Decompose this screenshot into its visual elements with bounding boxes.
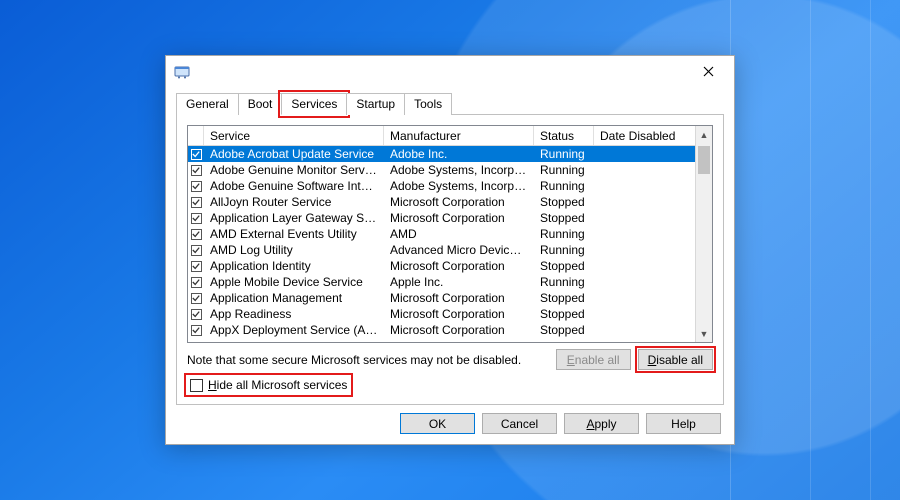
dialog-buttons: OK Cancel Apply Help: [400, 413, 721, 434]
row-checkbox[interactable]: [188, 309, 204, 320]
table-row[interactable]: AllJoyn Router ServiceMicrosoft Corporat…: [188, 194, 695, 210]
row-checkbox[interactable]: [188, 325, 204, 336]
cell-manufacturer: Microsoft Corporation: [384, 323, 534, 337]
table-row[interactable]: Application ManagementMicrosoft Corporat…: [188, 290, 695, 306]
row-checkbox[interactable]: [188, 181, 204, 192]
cell-status: Running: [534, 147, 594, 161]
table-row[interactable]: Adobe Acrobat Update ServiceAdobe Inc.Ru…: [188, 146, 695, 162]
disable-all-button[interactable]: Disable all: [638, 349, 713, 370]
cell-manufacturer: Microsoft Corporation: [384, 195, 534, 209]
tab-startup[interactable]: Startup: [346, 93, 405, 115]
cell-manufacturer: Advanced Micro Devices, I...: [384, 243, 534, 257]
col-status[interactable]: Status: [534, 126, 594, 145]
titlebar: [166, 56, 734, 86]
col-manufacturer[interactable]: Manufacturer: [384, 126, 534, 145]
dialog-client: General Boot Services Startup Tools Serv…: [166, 86, 734, 415]
hide-microsoft-label: Hide all Microsoft services: [208, 378, 347, 392]
col-service[interactable]: Service: [204, 126, 384, 145]
table-row[interactable]: AMD External Events UtilityAMDRunning: [188, 226, 695, 242]
cell-service: AppX Deployment Service (AppX...: [204, 323, 384, 337]
cell-service: Application Identity: [204, 259, 384, 273]
cell-status: Stopped: [534, 307, 594, 321]
tab-general[interactable]: General: [176, 93, 239, 115]
cell-manufacturer: Adobe Systems, Incorpora...: [384, 179, 534, 193]
cell-status: Stopped: [534, 259, 594, 273]
cell-status: Running: [534, 179, 594, 193]
cell-manufacturer: Microsoft Corporation: [384, 307, 534, 321]
cell-manufacturer: AMD: [384, 227, 534, 241]
close-button[interactable]: [686, 56, 730, 86]
table-row[interactable]: Apple Mobile Device ServiceApple Inc.Run…: [188, 274, 695, 290]
table-row[interactable]: Adobe Genuine Monitor ServiceAdobe Syste…: [188, 162, 695, 178]
row-checkbox[interactable]: [188, 197, 204, 208]
help-button[interactable]: Help: [646, 413, 721, 434]
cancel-button[interactable]: Cancel: [482, 413, 557, 434]
services-panel: Service Manufacturer Status Date Disable…: [176, 115, 724, 405]
cell-manufacturer: Microsoft Corporation: [384, 259, 534, 273]
list-viewport: Service Manufacturer Status Date Disable…: [188, 126, 695, 342]
cell-status: Running: [534, 243, 594, 257]
cell-service: Apple Mobile Device Service: [204, 275, 384, 289]
table-row[interactable]: AppX Deployment Service (AppX...Microsof…: [188, 322, 695, 338]
row-checkbox[interactable]: [188, 245, 204, 256]
hide-microsoft-checkbox[interactable]: Hide all Microsoft services: [187, 376, 350, 394]
desktop-wallpaper: General Boot Services Startup Tools Serv…: [0, 0, 900, 500]
scroll-down-icon[interactable]: ▼: [696, 325, 712, 342]
disable-note: Note that some secure Microsoft services…: [187, 353, 521, 367]
tab-services[interactable]: Services: [281, 93, 347, 115]
tabstrip: General Boot Services Startup Tools: [176, 92, 724, 115]
cell-status: Stopped: [534, 195, 594, 209]
row-checkbox[interactable]: [188, 261, 204, 272]
row-checkbox[interactable]: [188, 293, 204, 304]
cell-service: Adobe Acrobat Update Service: [204, 147, 384, 161]
panel-footer: Note that some secure Microsoft services…: [187, 343, 713, 370]
cell-status: Running: [534, 227, 594, 241]
cell-service: App Readiness: [204, 307, 384, 321]
table-row[interactable]: Application Layer Gateway ServiceMicroso…: [188, 210, 695, 226]
cell-status: Stopped: [534, 291, 594, 305]
cell-manufacturer: Adobe Systems, Incorpora...: [384, 163, 534, 177]
row-checkbox[interactable]: [188, 165, 204, 176]
list-header[interactable]: Service Manufacturer Status Date Disable…: [188, 126, 695, 146]
cell-status: Stopped: [534, 323, 594, 337]
row-checkbox[interactable]: [188, 149, 204, 160]
cell-service: Application Layer Gateway Service: [204, 211, 384, 225]
enable-all-button[interactable]: Enable all: [556, 349, 631, 370]
cell-service: Adobe Genuine Monitor Service: [204, 163, 384, 177]
services-list[interactable]: Service Manufacturer Status Date Disable…: [187, 125, 713, 343]
cell-manufacturer: Microsoft Corporation: [384, 291, 534, 305]
cell-status: Stopped: [534, 211, 594, 225]
cell-service: AMD Log Utility: [204, 243, 384, 257]
disable-all-label: isable all: [656, 353, 703, 367]
cell-service: AMD External Events Utility: [204, 227, 384, 241]
msconfig-dialog: General Boot Services Startup Tools Serv…: [165, 55, 735, 445]
scroll-up-icon[interactable]: ▲: [696, 126, 712, 143]
row-checkbox[interactable]: [188, 229, 204, 240]
col-date-disabled[interactable]: Date Disabled: [594, 126, 695, 145]
close-icon: [703, 66, 714, 77]
table-row[interactable]: Adobe Genuine Software Integri...Adobe S…: [188, 178, 695, 194]
msconfig-icon: [174, 63, 190, 79]
cell-status: Running: [534, 163, 594, 177]
ok-button[interactable]: OK: [400, 413, 475, 434]
enable-all-label: nable all: [575, 353, 620, 367]
cell-manufacturer: Microsoft Corporation: [384, 211, 534, 225]
tab-boot[interactable]: Boot: [238, 93, 283, 115]
table-row[interactable]: App ReadinessMicrosoft CorporationStoppe…: [188, 306, 695, 322]
table-row[interactable]: AMD Log UtilityAdvanced Micro Devices, I…: [188, 242, 695, 258]
cell-service: AllJoyn Router Service: [204, 195, 384, 209]
cell-status: Running: [534, 275, 594, 289]
apply-button[interactable]: Apply: [564, 413, 639, 434]
table-row[interactable]: Application IdentityMicrosoft Corporatio…: [188, 258, 695, 274]
cell-service: Adobe Genuine Software Integri...: [204, 179, 384, 193]
row-checkbox[interactable]: [188, 277, 204, 288]
cell-manufacturer: Adobe Inc.: [384, 147, 534, 161]
tab-tools[interactable]: Tools: [404, 93, 452, 115]
checkbox-icon: [190, 379, 203, 392]
scroll-thumb[interactable]: [698, 146, 710, 174]
row-checkbox[interactable]: [188, 213, 204, 224]
scrollbar[interactable]: ▲ ▼: [695, 126, 712, 342]
cell-manufacturer: Apple Inc.: [384, 275, 534, 289]
cell-service: Application Management: [204, 291, 384, 305]
